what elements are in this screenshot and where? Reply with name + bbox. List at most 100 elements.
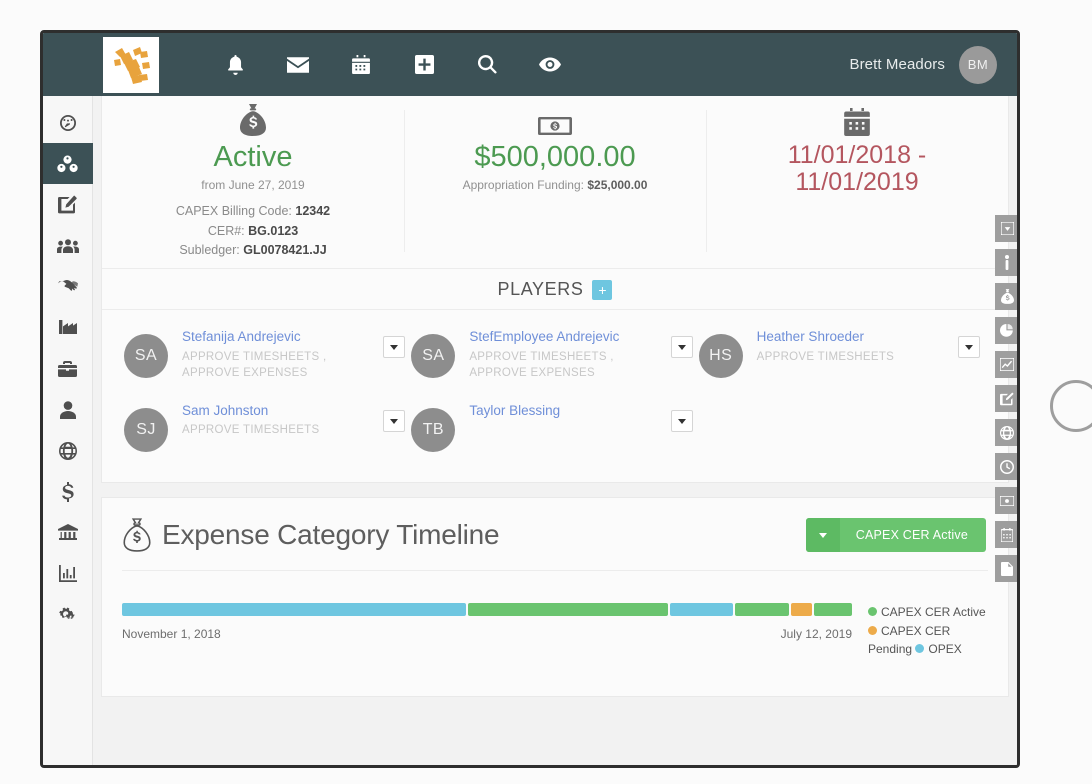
page-title: Expense Category Timeline xyxy=(162,519,499,551)
list-item: SA Stefanija Andrejevic APPROVE TIMESHEE… xyxy=(124,328,411,382)
clock-icon[interactable] xyxy=(995,453,1019,480)
sidebar-item-global[interactable] xyxy=(43,430,93,471)
timeline-body: November 1, 2018 July 12, 2019 CAPEX CER… xyxy=(102,571,1008,659)
sidebar-item-dashboard[interactable] xyxy=(43,102,93,143)
date-range-line1: 11/01/2018 - xyxy=(716,142,998,169)
right-side-toolbar xyxy=(995,215,1019,582)
player-body: Stefanija Andrejevic APPROVE TIMESHEETS … xyxy=(182,328,369,382)
sidebar-item-finance[interactable] xyxy=(43,471,93,512)
player-dropdown-toggle[interactable] xyxy=(671,410,693,432)
globe-icon[interactable] xyxy=(995,419,1019,446)
header-icon-group xyxy=(223,53,562,77)
line-chart-icon[interactable] xyxy=(995,351,1019,378)
sidebar-item-partners[interactable] xyxy=(43,266,93,307)
status-subtitle: from June 27, 2019 xyxy=(112,178,394,192)
meta-value: BG.0123 xyxy=(248,224,298,238)
sidebar-item-profile[interactable] xyxy=(43,389,93,430)
list-item: TB Taylor Blessing xyxy=(411,402,698,452)
player-dropdown-toggle[interactable] xyxy=(383,336,405,358)
meta-value: GL0078421.JJ xyxy=(243,243,326,257)
player-body: Sam Johnston APPROVE TIMESHEETS xyxy=(182,402,369,439)
timeline-axis-labels: November 1, 2018 July 12, 2019 xyxy=(122,627,852,641)
player-roles: APPROVE TIMESHEETS , APPROVE EXPENSES xyxy=(469,349,656,382)
sidebar-item-projects[interactable] xyxy=(43,143,93,184)
calendar-icon xyxy=(716,102,998,136)
search-icon[interactable] xyxy=(475,53,499,77)
bell-icon[interactable] xyxy=(223,53,247,77)
meta-label: Subledger: xyxy=(179,243,239,257)
meta-label: CER#: xyxy=(208,224,245,238)
timeline-segment[interactable] xyxy=(468,603,669,616)
date-range-line2: 11/01/2019 xyxy=(716,169,998,196)
player-roles: APPROVE TIMESHEETS , APPROVE EXPENSES xyxy=(182,349,369,382)
pie-chart-icon[interactable] xyxy=(995,317,1019,344)
legend-label: CAPEX CER Active xyxy=(881,605,986,619)
cer-status-label: CAPEX CER Active xyxy=(840,528,986,542)
player-name-link[interactable]: StefEmployee Andrejevic xyxy=(469,328,656,346)
add-player-button[interactable]: + xyxy=(592,280,612,300)
players-title: PLAYERS xyxy=(498,279,584,300)
legend-color-dot xyxy=(868,626,877,635)
avatar[interactable]: BM xyxy=(959,46,997,84)
sidebar-item-reports[interactable] xyxy=(43,553,93,594)
player-name-link[interactable]: Taylor Blessing xyxy=(469,402,656,420)
document-icon[interactable] xyxy=(995,555,1019,582)
player-dropdown-toggle[interactable] xyxy=(671,336,693,358)
summary-status: Active from June 27, 2019 CAPEX Billing … xyxy=(102,102,404,260)
funding-sub-label: Appropriation Funding: xyxy=(463,178,584,192)
info-icon[interactable] xyxy=(995,249,1019,276)
summary-row: Active from June 27, 2019 CAPEX Billing … xyxy=(102,96,1008,269)
timeline-end-label: July 12, 2019 xyxy=(781,627,852,641)
sidebar-item-teams[interactable] xyxy=(43,225,93,266)
sidebar-item-plants[interactable] xyxy=(43,307,93,348)
app-logo[interactable] xyxy=(103,37,159,93)
top-navigation-bar: Brett Meadors BM xyxy=(43,33,1017,96)
banknote-icon xyxy=(414,102,696,136)
banknote-icon[interactable] xyxy=(995,487,1019,514)
meta-line-billing-code: CAPEX Billing Code: 12342 xyxy=(112,202,394,221)
main-content: Active from June 27, 2019 CAPEX Billing … xyxy=(93,96,1017,765)
edit-square-icon[interactable] xyxy=(995,385,1019,412)
calendar-icon[interactable] xyxy=(995,521,1019,548)
avatar: SJ xyxy=(124,408,168,452)
summary-funding: $500,000.00 Appropriation Funding: $25,0… xyxy=(404,102,706,260)
chevron-down-icon[interactable] xyxy=(806,518,840,552)
envelope-icon[interactable] xyxy=(286,53,310,77)
timeline-segment[interactable] xyxy=(735,603,789,616)
calendar-icon[interactable] xyxy=(349,53,373,77)
panel-title-group: Expense Category Timeline xyxy=(122,518,499,552)
panel-header: Expense Category Timeline CAPEX CER Acti… xyxy=(102,498,1008,552)
sidebar-item-edit[interactable] xyxy=(43,184,93,225)
player-name-link[interactable]: Sam Johnston xyxy=(182,402,369,420)
money-bag-icon[interactable] xyxy=(995,283,1019,310)
sidebar-item-briefcase[interactable] xyxy=(43,348,93,389)
cer-status-button[interactable]: CAPEX CER Active xyxy=(806,518,986,552)
dropdown-panel-icon[interactable] xyxy=(995,215,1019,242)
players-header: PLAYERS + xyxy=(102,269,1008,310)
sidebar-item-settings[interactable] xyxy=(43,594,93,635)
sidebar-item-bank[interactable] xyxy=(43,512,93,553)
money-bag-icon xyxy=(112,102,394,136)
list-item: SA StefEmployee Andrejevic APPROVE TIMES… xyxy=(411,328,698,382)
timeline-segment[interactable] xyxy=(670,603,733,616)
player-name-link[interactable]: Stefanija Andrejevic xyxy=(182,328,369,346)
user-menu[interactable]: Brett Meadors BM xyxy=(849,46,997,84)
avatar: TB xyxy=(411,408,455,452)
plus-square-icon[interactable] xyxy=(412,53,436,77)
user-name-label: Brett Meadors xyxy=(849,56,945,73)
app-window: Brett Meadors BM xyxy=(40,30,1020,768)
player-dropdown-toggle[interactable] xyxy=(958,336,980,358)
timeline-segment[interactable] xyxy=(791,603,812,616)
player-dropdown-toggle[interactable] xyxy=(383,410,405,432)
eye-icon[interactable] xyxy=(538,53,562,77)
timeline-segment[interactable] xyxy=(814,603,852,616)
legend-color-dot xyxy=(868,607,877,616)
status-meta: CAPEX Billing Code: 12342 CER#: BG.0123 … xyxy=(112,202,394,260)
player-name-link[interactable]: Heather Shroeder xyxy=(757,328,944,346)
decorative-circle xyxy=(1050,380,1092,432)
chart-legend: CAPEX CER Active CAPEX CER Pending OPEX xyxy=(868,603,988,659)
timeline-segment[interactable] xyxy=(122,603,466,616)
meta-line-subledger: Subledger: GL0078421.JJ xyxy=(112,241,394,260)
avatar: SA xyxy=(124,334,168,378)
list-item: HS Heather Shroeder APPROVE TIMESHEETS xyxy=(699,328,986,382)
